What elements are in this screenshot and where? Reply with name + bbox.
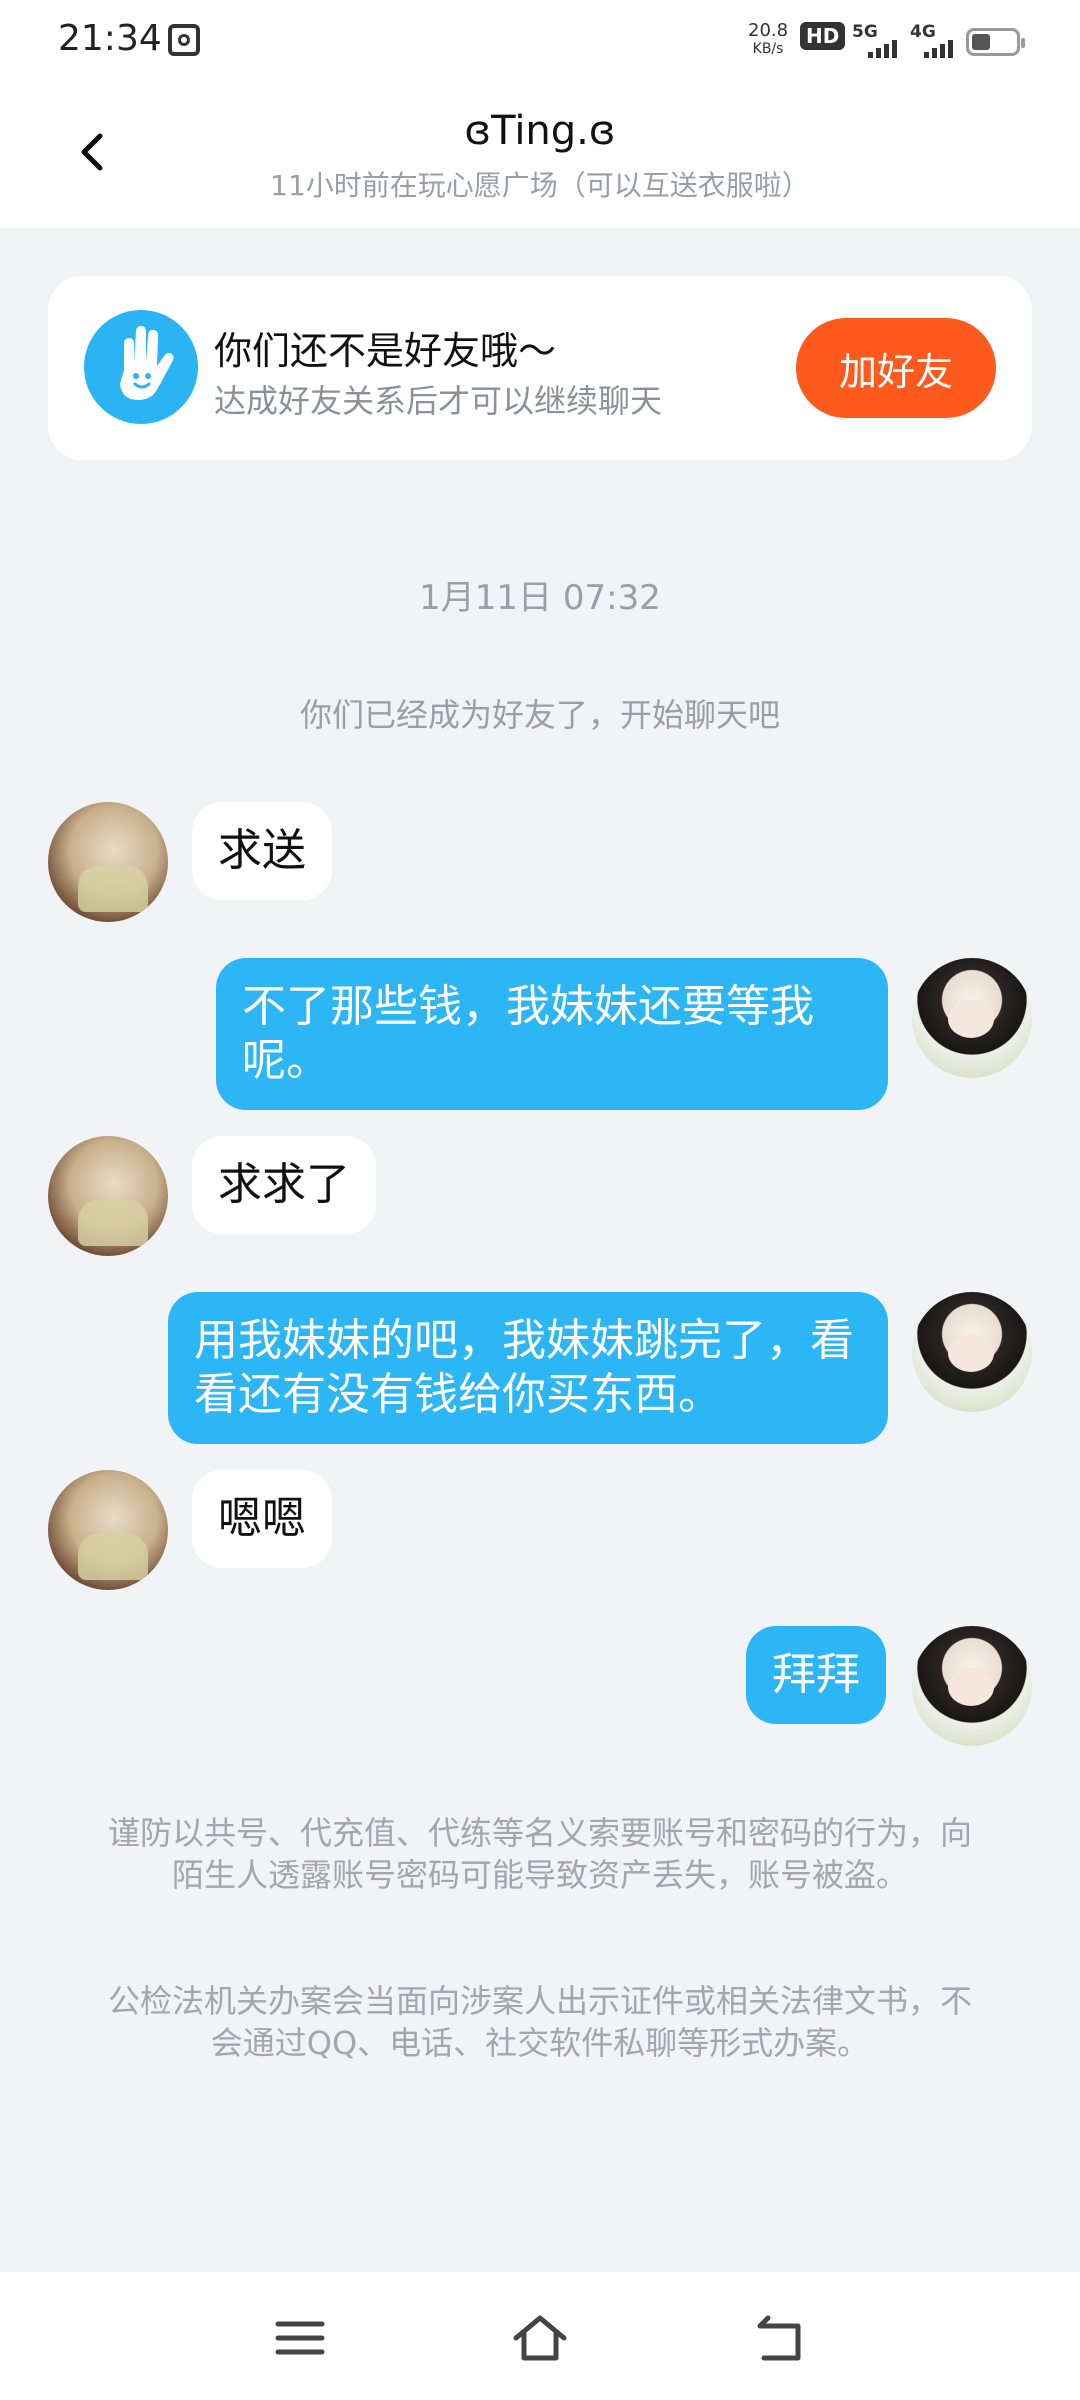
system-message: 你们已经成为好友了，开始聊天吧 <box>299 696 780 734</box>
legal-notice: 公检法机关办案会当面向涉案人出示证件或相关法律文书，不会通过QQ、电话、社交软件… <box>107 1982 972 2062</box>
menu-icon[interactable] <box>270 2308 330 2368</box>
message-bubble-self[interactable]: 不了那些钱，我妹妹还要等我呢。 <box>216 958 888 1110</box>
back-nav-icon[interactable] <box>750 2308 810 2368</box>
net-speed-unit: KB/s <box>752 41 784 57</box>
other-avatar[interactable] <box>48 1136 168 1256</box>
add-friend-button[interactable]: 加好友 <box>796 318 996 418</box>
network-4g-label: 4G <box>910 22 936 42</box>
self-avatar[interactable] <box>912 958 1032 1078</box>
hd-badge: HD <box>800 22 846 50</box>
hand-wave-icon <box>84 310 198 424</box>
net-speed: 20.8 KB/s <box>748 22 788 58</box>
status-bar: 21:34 20.8 KB/s HD 5G 4G <box>0 0 1080 84</box>
message-bubble-self[interactable]: 拜拜 <box>746 1626 886 1724</box>
status-time: 21:34 <box>58 18 162 59</box>
message-bubble-other[interactable]: 嗯嗯 <box>192 1470 332 1568</box>
chat-header: ɞTing.ɞ 11小时前在玩心愿广场（可以互送衣服啦） <box>0 84 1080 228</box>
signal-icon-2 <box>924 40 953 58</box>
card-subtitle: 达成好友关系后才可以继续聊天 <box>214 382 663 420</box>
other-avatar[interactable] <box>48 1470 168 1590</box>
chat-title: ɞTing.ɞ <box>464 108 616 154</box>
chat-subtitle: 11小时前在玩心愿广场（可以互送衣服啦） <box>270 169 810 202</box>
security-notice: 谨防以共号、代充值、代练等名义索要账号和密码的行为，向陌生人透露账号密码可能导致… <box>107 1814 972 1894</box>
home-icon[interactable] <box>510 2308 570 2368</box>
message-bubble-other[interactable]: 求送 <box>192 802 332 900</box>
self-avatar[interactable] <box>912 1626 1032 1746</box>
message-bubble-self[interactable]: 用我妹妹的吧，我妹妹跳完了，看看还有没有钱给你买东西。 <box>168 1292 888 1444</box>
friend-request-card: 你们还不是好友哦～ 达成好友关系后才可以继续聊天 加好友 <box>48 276 1032 460</box>
card-title: 你们还不是好友哦～ <box>214 329 557 373</box>
system-nav-bar <box>0 2272 1080 2400</box>
net-speed-value: 20.8 <box>748 20 789 41</box>
message-bubble-other[interactable]: 求求了 <box>192 1136 376 1234</box>
other-avatar[interactable] <box>48 802 168 922</box>
chat-timestamp: 1月11日 07:32 <box>419 578 661 618</box>
network-5g-label: 5G <box>852 22 878 42</box>
self-avatar[interactable] <box>912 1292 1032 1412</box>
sim-icon <box>168 24 200 56</box>
battery-icon <box>966 28 1025 56</box>
signal-icon <box>868 40 897 58</box>
